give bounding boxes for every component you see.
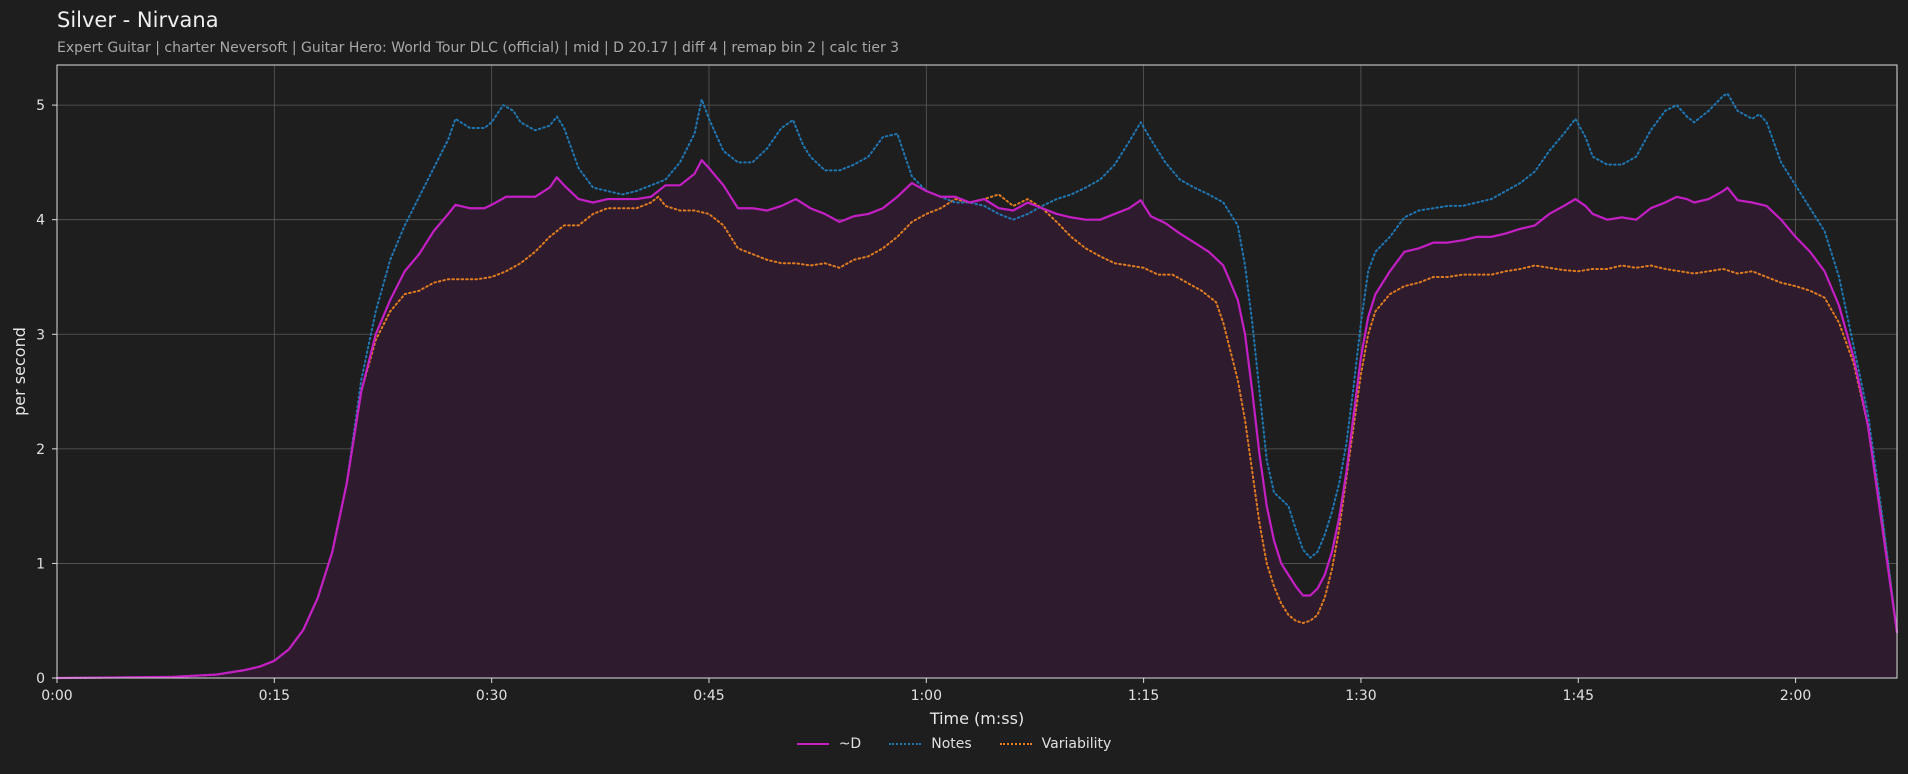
legend-item: Notes [889, 736, 972, 752]
x-tick-label: 0:30 [476, 688, 507, 704]
legend-label: Notes [931, 736, 972, 752]
x-axis-label: Time (m:ss) [929, 709, 1024, 728]
x-tick-label: 0:15 [259, 688, 290, 704]
x-tick-label: 1:00 [911, 688, 942, 704]
x-tick-label: 1:15 [1128, 688, 1159, 704]
y-tick-label: 3 [36, 327, 45, 343]
x-tick-label: 0:00 [41, 688, 72, 704]
legend-swatch [796, 743, 829, 745]
y-axis-label: per second [10, 327, 29, 416]
legend-label: ~D [838, 736, 862, 752]
x-tick-label: 1:30 [1345, 688, 1376, 704]
series-area-fill [57, 160, 1897, 678]
y-tick-label: 1 [36, 556, 45, 572]
x-tick-label: 1:45 [1563, 688, 1594, 704]
legend-label: Variability [1041, 736, 1112, 752]
legend-item: Variability [999, 736, 1112, 752]
legend-item: ~D [796, 736, 862, 752]
y-tick-label: 4 [36, 213, 45, 229]
chart-area: 0:00 0:15 0:30 0:45 1:00 1:15 1:30 1:45 2:00 0 1 2 3… [10, 64, 1899, 728]
legend: ~D Notes Variability [0, 736, 1908, 752]
y-tick-label: 0 [36, 671, 45, 687]
y-tick-label: 2 [36, 442, 45, 458]
series-layer [55, 92, 1899, 680]
x-tick-label: 0:45 [693, 688, 724, 704]
y-tick-label: 5 [36, 98, 45, 114]
legend-swatch [889, 743, 922, 745]
x-tick-label: 2:00 [1780, 688, 1811, 704]
legend-swatch [999, 743, 1032, 745]
